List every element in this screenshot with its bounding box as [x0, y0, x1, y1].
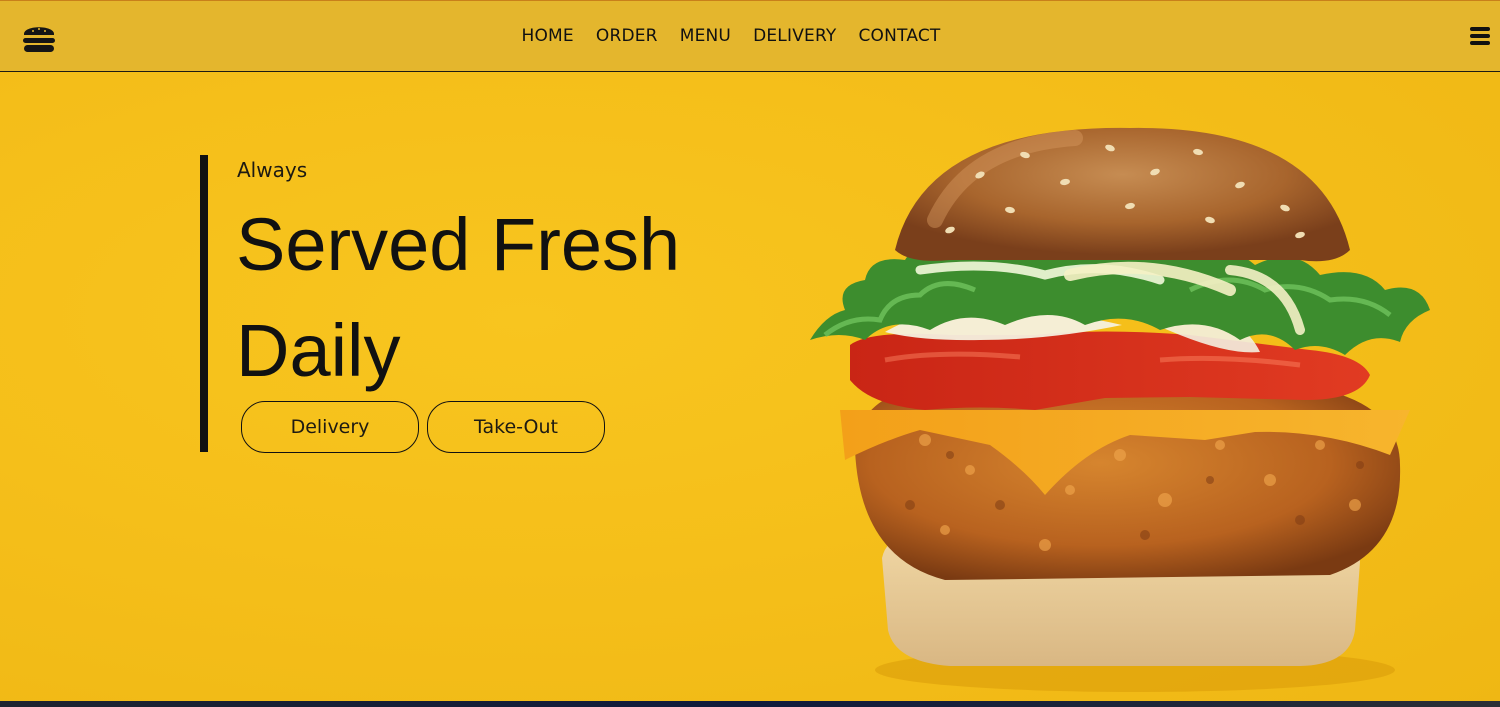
delivery-button[interactable]: Delivery — [241, 401, 419, 453]
takeout-button[interactable]: Take-Out — [427, 401, 605, 453]
page-bottom-strip — [0, 701, 1500, 707]
nav-delivery[interactable]: DELIVERY — [753, 26, 836, 46]
hamburger-menu-icon[interactable] — [1470, 27, 1490, 47]
crispy-chicken-burger-image — [800, 110, 1460, 700]
nav-contact[interactable]: CONTACT — [858, 26, 940, 46]
hero-headline: Served Fresh Daily — [236, 192, 756, 404]
main-nav: HOME ORDER MENU DELIVERY CONTACT — [521, 26, 940, 46]
menu-line — [1470, 34, 1490, 38]
landing-page: HOME ORDER MENU DELIVERY CONTACT Always … — [0, 0, 1500, 707]
menu-line — [1470, 41, 1490, 45]
menu-line — [1470, 27, 1490, 31]
nav-order[interactable]: ORDER — [596, 26, 658, 46]
top-navigation-bar: HOME ORDER MENU DELIVERY CONTACT — [0, 0, 1500, 72]
hero-headline-line-2: Daily — [236, 309, 401, 392]
hero-accent-bar — [200, 155, 208, 452]
nav-menu[interactable]: MENU — [680, 26, 731, 46]
hero-kicker: Always — [237, 158, 308, 182]
nav-home[interactable]: HOME — [521, 26, 573, 46]
hero-headline-line-1: Served Fresh — [236, 203, 681, 286]
burger-icon[interactable] — [20, 19, 58, 55]
